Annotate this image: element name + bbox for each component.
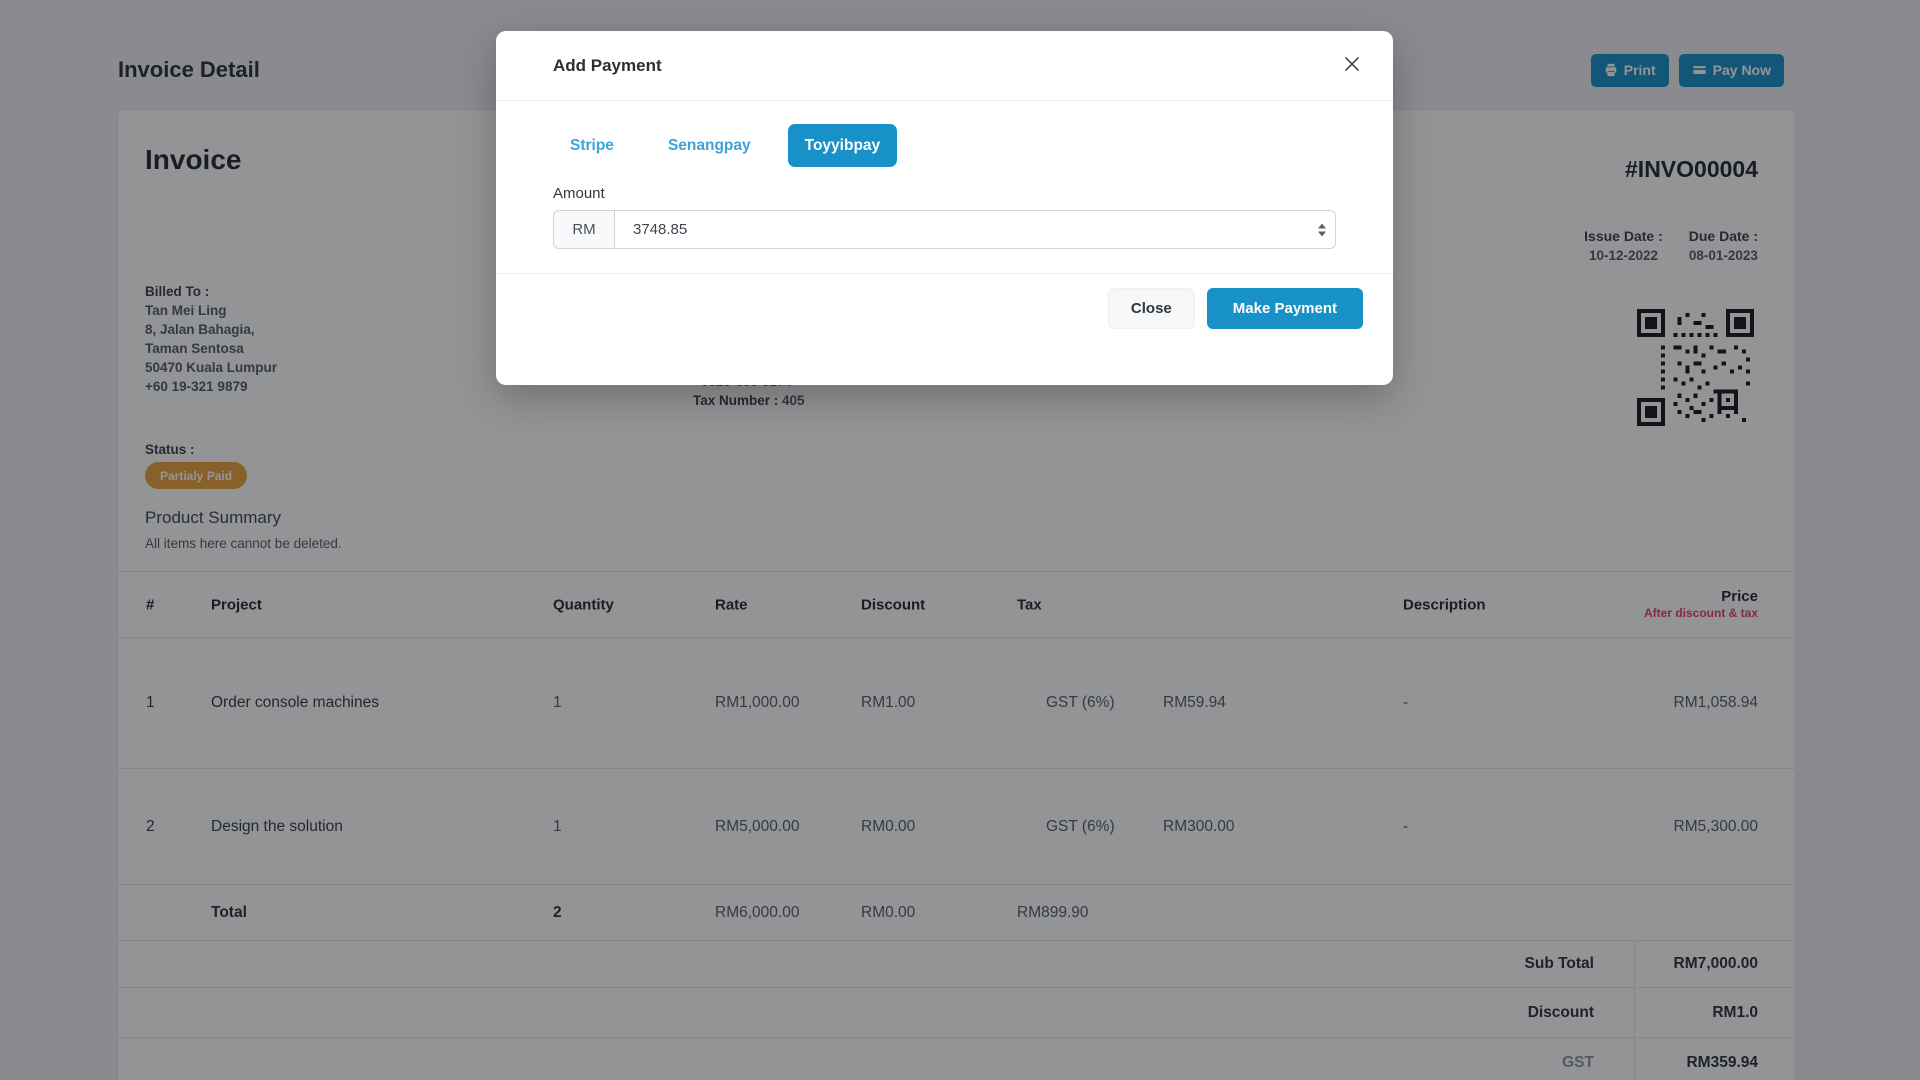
tab-toyyibpay[interactable]: Toyyibpay — [788, 124, 898, 167]
stepper-down-icon — [1318, 231, 1326, 236]
modal-body: Stripe Senangpay Toyyibpay Amount RM — [496, 101, 1393, 273]
make-payment-button[interactable]: Make Payment — [1207, 288, 1363, 329]
modal-footer: Close Make Payment — [496, 273, 1393, 385]
tab-senangpay[interactable]: Senangpay — [651, 124, 768, 167]
amount-label: Amount — [553, 185, 1336, 203]
modal-title: Add Payment — [553, 56, 662, 76]
amount-input-wrap — [615, 210, 1336, 249]
payment-method-tabs: Stripe Senangpay Toyyibpay — [553, 124, 1336, 167]
tab-stripe[interactable]: Stripe — [553, 124, 631, 167]
modal-header: Add Payment — [496, 31, 1393, 101]
modal-close-button[interactable] — [1339, 51, 1365, 80]
close-button[interactable]: Close — [1108, 288, 1195, 329]
amount-input-group: RM — [553, 210, 1336, 249]
amount-input[interactable] — [615, 210, 1336, 249]
close-icon — [1343, 55, 1361, 76]
add-payment-modal: Add Payment Stripe Senangpay Toyyibpay A… — [496, 31, 1393, 385]
stepper-up-icon — [1318, 223, 1326, 228]
currency-prefix: RM — [553, 210, 615, 249]
amount-stepper[interactable] — [1318, 223, 1326, 236]
